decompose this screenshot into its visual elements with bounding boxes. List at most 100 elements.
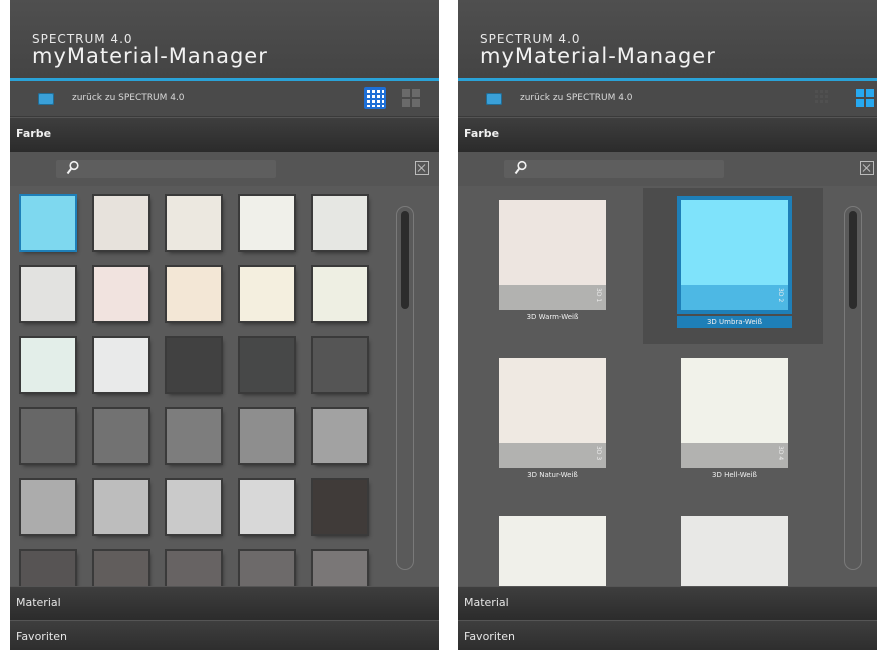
- tile-color-preview: [681, 516, 788, 586]
- search-row: [458, 152, 877, 186]
- close-icon[interactable]: [860, 161, 874, 175]
- color-swatch[interactable]: [313, 338, 367, 392]
- material-manager-panel-right: SPECTRUM 4.0 myMaterial-Manager zurück z…: [458, 0, 877, 650]
- color-swatch[interactable]: [94, 338, 148, 392]
- color-swatch[interactable]: [21, 267, 75, 321]
- grid-large-icon: [402, 89, 420, 107]
- color-swatch[interactable]: [313, 551, 367, 586]
- toolbar: zurück zu SPECTRUM 4.0: [10, 81, 439, 117]
- toolbar: zurück zu SPECTRUM 4.0: [458, 81, 877, 117]
- color-swatch[interactable]: [240, 409, 294, 463]
- view-small-grid-button[interactable]: [812, 87, 834, 109]
- search-icon: [66, 160, 79, 175]
- app-header: SPECTRUM 4.0 myMaterial-Manager: [458, 0, 877, 78]
- color-swatch[interactable]: [167, 551, 221, 586]
- material-tile[interactable]: 3D 4 3D Hell-Weiß: [681, 358, 788, 479]
- app-header: SPECTRUM 4.0 myMaterial-Manager: [10, 0, 439, 78]
- search-row: [10, 152, 439, 186]
- color-swatch[interactable]: [167, 338, 221, 392]
- color-swatch[interactable]: [240, 196, 294, 250]
- color-swatch[interactable]: [167, 409, 221, 463]
- color-swatch[interactable]: [94, 480, 148, 534]
- color-swatch[interactable]: [167, 480, 221, 534]
- grid-small-icon: [367, 90, 384, 107]
- search-input[interactable]: [56, 160, 276, 178]
- tile-color-preview: [499, 200, 606, 285]
- section-favoriten[interactable]: Favoriten: [458, 620, 877, 650]
- color-swatch[interactable]: [240, 480, 294, 534]
- material-tile[interactable]: [499, 516, 606, 586]
- scrollbar[interactable]: [844, 206, 862, 570]
- scrollbar-thumb[interactable]: [849, 211, 857, 309]
- section-farbe[interactable]: Farbe: [10, 117, 439, 152]
- material-tile-grid: 3D 1 3D Warm-Weiß 3D 2 3D Umbra-Weiß 3D 3 3D …: [458, 186, 877, 586]
- grid-small-icon: [815, 90, 828, 103]
- back-link[interactable]: zurück zu SPECTRUM 4.0: [520, 93, 633, 103]
- color-swatch[interactable]: [167, 196, 221, 250]
- swatch-grid: [10, 186, 439, 586]
- section-label: Farbe: [16, 127, 52, 140]
- material-tile[interactable]: 3D 3 3D Natur-Weiß: [499, 358, 606, 479]
- section-farbe[interactable]: Farbe: [458, 117, 877, 152]
- section-label: Farbe: [464, 127, 500, 140]
- color-swatch[interactable]: [21, 480, 75, 534]
- color-swatch[interactable]: [21, 551, 75, 586]
- close-icon[interactable]: [415, 161, 429, 175]
- color-swatch[interactable]: [313, 267, 367, 321]
- section-label: Favoriten: [16, 630, 67, 643]
- tile-color-preview: [681, 200, 788, 285]
- view-large-grid-button[interactable]: [854, 87, 876, 109]
- tile-mark: 3D 1: [595, 288, 602, 303]
- tile-info-strip: 3D 3: [499, 443, 606, 468]
- color-swatch[interactable]: [240, 267, 294, 321]
- section-favoriten[interactable]: Favoriten: [10, 620, 439, 650]
- color-swatch[interactable]: [21, 338, 75, 392]
- tile-caption: 3D Umbra-Weiß: [677, 316, 792, 328]
- material-tile[interactable]: 3D 1 3D Warm-Weiß: [499, 200, 606, 321]
- search-input[interactable]: [504, 160, 724, 178]
- color-swatch[interactable]: [240, 338, 294, 392]
- tile-color-preview: [681, 358, 788, 443]
- tile-caption: 3D Hell-Weiß: [712, 471, 757, 479]
- tile-color-preview: [499, 358, 606, 443]
- color-swatch[interactable]: [21, 196, 75, 250]
- app-title: myMaterial-Manager: [480, 44, 716, 68]
- scrollbar-thumb[interactable]: [401, 211, 409, 309]
- grid-large-icon: [856, 89, 874, 107]
- back-link[interactable]: zurück zu SPECTRUM 4.0: [72, 93, 185, 103]
- color-swatch[interactable]: [94, 267, 148, 321]
- color-swatch[interactable]: [313, 480, 367, 534]
- tile-caption: 3D Warm-Weiß: [526, 313, 579, 321]
- color-swatch[interactable]: [94, 409, 148, 463]
- tile-info-strip: 3D 4: [681, 443, 788, 468]
- color-swatch[interactable]: [313, 409, 367, 463]
- color-swatch[interactable]: [94, 551, 148, 586]
- color-swatch[interactable]: [167, 267, 221, 321]
- tile-info-strip: 3D 1: [499, 285, 606, 310]
- app-title: myMaterial-Manager: [32, 44, 268, 68]
- section-label: Material: [16, 596, 61, 609]
- section-label: Favoriten: [464, 630, 515, 643]
- tile-mark: 3D 2: [777, 288, 784, 303]
- tile-color-preview: [499, 516, 606, 586]
- color-swatch[interactable]: [313, 196, 367, 250]
- tile-mark: 3D 3: [595, 446, 602, 461]
- color-swatch[interactable]: [240, 551, 294, 586]
- section-material[interactable]: Material: [458, 586, 877, 621]
- section-material[interactable]: Material: [10, 586, 439, 621]
- color-swatch[interactable]: [94, 196, 148, 250]
- material-manager-panel-left: SPECTRUM 4.0 myMaterial-Manager zurück z…: [10, 0, 439, 650]
- view-large-grid-button[interactable]: [400, 87, 422, 109]
- material-tile[interactable]: [681, 516, 788, 586]
- tile-caption: 3D Natur-Weiß: [527, 471, 578, 479]
- material-tile[interactable]: 3D 2 3D Umbra-Weiß: [677, 200, 792, 328]
- monitor-icon[interactable]: [38, 93, 54, 105]
- search-icon: [514, 160, 527, 175]
- scrollbar[interactable]: [396, 206, 414, 570]
- monitor-icon[interactable]: [486, 93, 502, 105]
- color-swatch[interactable]: [21, 409, 75, 463]
- tile-mark: 3D 4: [777, 446, 784, 461]
- view-small-grid-button[interactable]: [364, 87, 386, 109]
- section-label: Material: [464, 596, 509, 609]
- tile-info-strip: 3D 2: [681, 285, 788, 310]
